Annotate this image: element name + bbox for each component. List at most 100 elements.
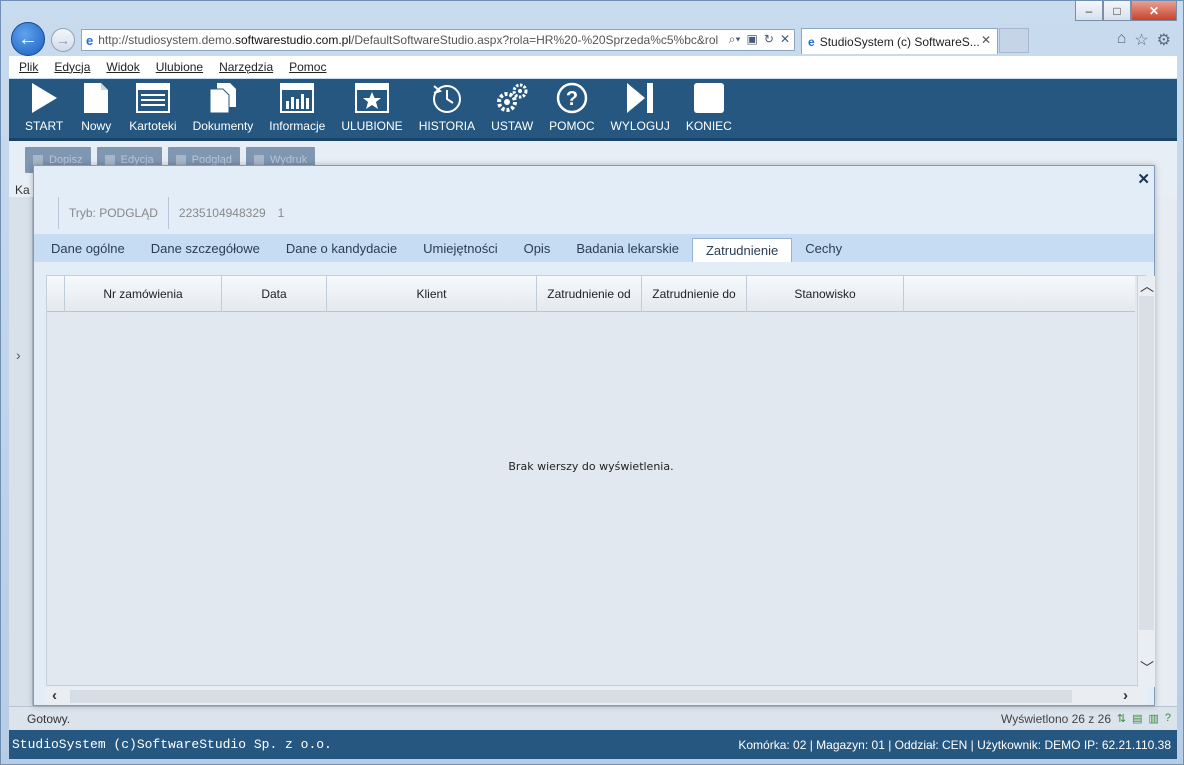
chevron-right-icon[interactable]: › [1123, 687, 1128, 704]
ie-icon: e [808, 34, 815, 49]
column-stanowisko[interactable]: Stanowisko [747, 276, 904, 312]
menu-ulubione[interactable]: Ulubione [156, 60, 203, 74]
ie-icon: e [86, 32, 94, 48]
forward-button[interactable]: → [51, 28, 75, 52]
tab-dane-ogolne[interactable]: Dane ogólne [38, 234, 138, 262]
column-klient[interactable]: Klient [327, 276, 537, 312]
tab-badania-lekarskie[interactable]: Badania lekarskie [563, 234, 692, 262]
toolbar-dokumenty[interactable]: Dokumenty [185, 79, 262, 139]
column-data[interactable]: Data [222, 276, 327, 312]
toolbar-pomoc[interactable]: ? POMOC [541, 79, 602, 139]
tab-dane-szczegolowe[interactable]: Dane szczegółowe [138, 234, 273, 262]
export-icon[interactable]: ▤ [1132, 712, 1142, 725]
browser-window: – □ ✕ ← → e http://studiosystem.demo. sof… [0, 0, 1184, 765]
toolbar-ustaw-label: USTAW [491, 119, 534, 133]
menu-pomoc[interactable]: Pomoc [289, 60, 326, 74]
stop-icon[interactable]: ✕ [780, 32, 790, 47]
scroll-thumb[interactable] [70, 690, 1072, 703]
toolbar-wyloguj[interactable]: WYLOGUJ [603, 79, 678, 139]
horizontal-scrollbar[interactable]: ‹ › [46, 687, 1146, 705]
history-icon [430, 81, 464, 115]
menu-widok[interactable]: Widok [106, 60, 139, 74]
gear-icon[interactable]: ⚙ [1157, 30, 1171, 50]
tab-cechy[interactable]: Cechy [792, 234, 855, 262]
refresh-icon[interactable]: ↻ [764, 32, 774, 47]
maximize-button[interactable]: □ [1103, 1, 1131, 21]
search-icon[interactable]: ⌕▾ [729, 32, 741, 47]
menu-narzedzia[interactable]: Narzędzia [219, 60, 273, 74]
close-icon[interactable]: ✕ [1137, 170, 1150, 188]
footer-session-info: Komórka: 02 | Magazyn: 01 | Oddział: CEN… [738, 737, 1171, 752]
tab-dane-o-kandydacie[interactable]: Dane o kandydacie [273, 234, 410, 262]
new-tab[interactable] [999, 28, 1029, 53]
svg-text:?: ? [566, 88, 578, 110]
print-icon[interactable]: ▥ [1148, 712, 1158, 725]
side-panel-toggle[interactable]: › [9, 197, 33, 707]
vertical-scrollbar[interactable]: ︿ ﹀ [1137, 276, 1155, 687]
toolbar-ustaw[interactable]: USTAW [483, 79, 541, 139]
toolbar-koniec[interactable]: KONIEC [678, 79, 740, 139]
tab-zatrudnienie[interactable]: Zatrudnienie [691, 238, 793, 262]
close-window-button[interactable]: ✕ [1131, 1, 1177, 21]
window-icon [135, 81, 170, 115]
address-domain: softwarestudio.com.pl [234, 33, 352, 47]
chevron-right-icon: › [16, 347, 21, 363]
toolbar-start[interactable]: START [17, 79, 71, 139]
toolbar-informacje[interactable]: Informacje [261, 79, 333, 139]
minimize-button[interactable]: – [1075, 1, 1103, 21]
tab-opis[interactable]: Opis [511, 234, 564, 262]
toolbar-pomoc-label: POMOC [549, 119, 595, 133]
address-bar[interactable]: e http://studiosystem.demo. softwarestudi… [81, 29, 795, 51]
home-icon[interactable]: ⌂ [1117, 30, 1127, 50]
star-icon[interactable]: ☆ [1134, 30, 1148, 50]
scroll-thumb[interactable] [1139, 296, 1154, 630]
close-tab-icon[interactable]: ✕ [981, 33, 991, 47]
toolbar-nowy[interactable]: Nowy [71, 79, 121, 139]
toolbar-historia[interactable]: HISTORIA [411, 79, 483, 139]
toolbar-wyloguj-label: WYLOGUJ [610, 119, 670, 133]
mode-bar: Tryb: PODGLĄD 2235104948329 1 [48, 197, 284, 229]
app-footer: StudioSystem (c)SoftwareStudio Sp. z o.o… [9, 730, 1177, 759]
record-preview-dialog: ✕ Tryb: PODGLĄD 2235104948329 1 Dane ogó… [33, 165, 1155, 706]
new-document-icon [79, 81, 113, 115]
toolbar-nowy-label: Nowy [81, 119, 112, 133]
chevron-left-icon[interactable]: ‹ [52, 687, 57, 704]
compat-icon[interactable]: ▣ [747, 32, 758, 47]
toolbar-historia-label: HISTORIA [418, 119, 476, 133]
menu-edycja[interactable]: Edycja [54, 60, 90, 74]
chevron-up-icon[interactable]: ︿ [1140, 276, 1154, 296]
toolbar-kartoteki-label: Kartoteki [129, 119, 177, 133]
toolbar-informacje-label: Informacje [269, 119, 326, 133]
footer-copyright: StudioSystem (c)SoftwareStudio Sp. z o.o… [12, 737, 332, 752]
chevron-down-icon[interactable]: ﹀ [1140, 658, 1154, 678]
toolbar-ulubione[interactable]: ULUBIONE [333, 79, 410, 139]
toolbar-start-label: START [25, 119, 64, 133]
logout-icon [623, 81, 657, 115]
refresh-icon[interactable]: ⇅ [1117, 712, 1126, 725]
background-label: Ka [15, 183, 30, 197]
column-zatrudnienie-do[interactable]: Zatrudnienie do [642, 276, 747, 312]
select-column[interactable] [47, 276, 65, 312]
record-id: 2235104948329 [178, 206, 266, 220]
help-icon[interactable]: ? [1165, 712, 1171, 725]
tab-umiejetnosci[interactable]: Umiejętności [410, 234, 510, 262]
column-zatrudnienie-od[interactable]: Zatrudnienie od [537, 276, 642, 312]
back-button[interactable]: ← [11, 22, 45, 56]
toolbar-dokumenty-label: Dokumenty [192, 119, 254, 133]
toolbar-kartoteki[interactable]: Kartoteki [121, 79, 184, 139]
toolbar-koniec-label: KONIEC [685, 119, 732, 133]
divider [58, 197, 59, 229]
chrome-icons: ⌂ ☆ ⚙ [1117, 30, 1171, 50]
stop-square-icon [692, 81, 726, 115]
menu-plik[interactable]: Plik [19, 60, 38, 74]
toolbar-ulubione-label: ULUBIONE [341, 119, 403, 133]
arrow-left-icon: ← [18, 27, 38, 50]
address-tools: ⌕▾ ▣ ↻ ✕ [724, 32, 790, 47]
divider [167, 197, 169, 229]
tab-title: StudioSystem (c) SoftwareS... [819, 34, 980, 49]
mode-label: Tryb: PODGLĄD [69, 206, 158, 220]
help-icon: ? [555, 81, 589, 115]
column-nr-zamowienia[interactable]: Nr zamówienia [65, 276, 222, 312]
browser-tab[interactable]: e StudioSystem (c) SoftwareS... ✕ [801, 28, 998, 54]
arrow-right-icon: → [56, 32, 70, 48]
